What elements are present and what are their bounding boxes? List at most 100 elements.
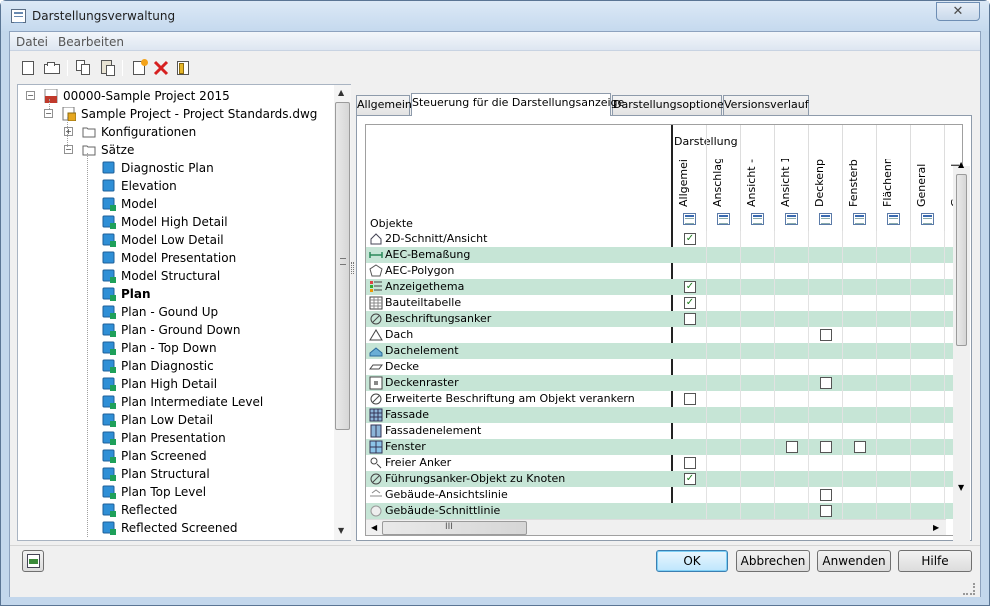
object-name-cell[interactable]: Fassadenelement [366,423,671,439]
tree-item-set[interactable]: Plan - Gound Up [18,303,332,321]
display-checkbox[interactable] [684,393,696,405]
tree-scroll-thumb[interactable] [335,102,350,430]
object-name-cell[interactable]: Führungsanker-Objekt zu Knoten [366,471,671,487]
object-name-cell[interactable]: 2D-Schnitt/Ansicht [366,231,671,247]
column-header[interactable]: Fensterbank [843,125,877,231]
export-button[interactable] [22,550,44,572]
display-checkbox[interactable] [820,489,832,501]
tree-item-set[interactable]: Plan - Ground Down [18,321,332,339]
grid-cell [877,359,911,375]
object-name-cell[interactable]: Anzeigethema [366,279,671,295]
display-checkbox[interactable] [820,377,832,389]
tree-item-saetze[interactable]: − Sätze [18,141,332,159]
display-checkbox[interactable] [854,441,866,453]
expand-toggle[interactable]: − [64,145,73,154]
grid-hscrollbar[interactable]: ◀ III ▶ [366,519,946,535]
cancel-button[interactable]: Abbrechen [736,550,810,572]
help-button[interactable]: Hilfe [898,550,972,572]
object-name-cell[interactable]: Fenster [366,439,671,455]
display-tree[interactable]: ▲ ▼ − 00000-Sample Project 2015 − Sample Pr… [17,84,351,541]
column-header[interactable]: General Hi... [911,125,945,231]
object-name-cell[interactable]: AEC-Bemaßung [366,247,671,263]
object-name-cell[interactable]: Fassade [366,407,671,423]
grid-hscroll-thumb[interactable]: III [382,521,527,535]
column-header[interactable]: Deckenplan [809,125,843,231]
tree-item-root[interactable]: − 00000-Sample Project 2015 [18,87,332,105]
object-name-cell[interactable]: Beschriftungsanker [366,311,671,327]
tree-item-set[interactable]: Plan Low Detail [18,411,332,429]
tree-item-set[interactable]: Model [18,195,332,213]
object-name-cell[interactable]: Freier Anker [366,455,671,471]
new-icon[interactable] [19,59,37,77]
menu-bearbeiten[interactable]: Bearbeiten [58,35,124,49]
expand-toggle[interactable]: − [26,91,35,100]
rename-icon[interactable] [174,59,192,77]
tree-item-set[interactable]: Plan High Detail [18,375,332,393]
tree-item-set[interactable]: Plan Diagnostic [18,357,332,375]
display-checkbox[interactable] [684,313,696,325]
tree-item-set[interactable]: Reflected [18,501,332,519]
object-name-cell[interactable]: Gebäude-Schnittlinie [366,503,671,519]
object-name-cell[interactable]: Decke [366,359,671,375]
column-header[interactable]: Anschlagss... [707,125,741,231]
copy-icon[interactable] [75,59,93,77]
tree-item-konfigurationen[interactable]: + Konfigurationen [18,123,332,141]
object-name-cell[interactable]: Deckenraster [366,375,671,391]
tree-item-set[interactable]: Elevation [18,177,332,195]
new-item-icon[interactable] [130,59,148,77]
tree-item-set[interactable]: Plan Structural [18,465,332,483]
delete-icon[interactable] [152,59,170,77]
menu-datei[interactable]: Datei [16,35,48,49]
tree-item-set[interactable]: Plan - Top Down [18,339,332,357]
display-checkbox[interactable]: ✓ [684,281,696,293]
display-checkbox[interactable]: ✓ [684,233,696,245]
tree-item-set[interactable]: Plan Screened [18,447,332,465]
tree-item-set[interactable]: Plan Presentation [18,429,332,447]
object-name-cell[interactable]: Dachelement [366,343,671,359]
object-name-cell[interactable]: Gebäude-Ansichtslinie [366,487,671,503]
display-checkbox[interactable] [786,441,798,453]
apply-button[interactable]: Anwenden [817,550,891,572]
tab-allgemein[interactable]: Allgemein [356,95,412,115]
column-header[interactable]: Allgemein [673,125,707,231]
tree-item-set[interactable]: Plan [18,285,332,303]
tree-item-set[interactable]: Diagnostic Plan [18,159,332,177]
tree-item-set[interactable]: Model Presentation [18,249,332,267]
display-checkbox[interactable]: ✓ [684,473,696,485]
open-icon[interactable] [43,59,61,77]
expand-toggle[interactable]: − [44,109,53,118]
expand-toggle[interactable]: + [64,127,73,136]
tree-item-set[interactable]: Model High Detail [18,213,332,231]
object-name-cell[interactable]: Dach [366,327,671,343]
resize-grip[interactable] [963,583,975,595]
display-checkbox[interactable] [684,457,696,469]
tree-item-set[interactable]: Reflected Screened [18,519,332,537]
display-checkbox[interactable]: ✓ [684,297,696,309]
display-checkbox[interactable] [820,329,832,341]
tree-item-set[interactable]: Model Structural [18,267,332,285]
ok-button[interactable]: OK [656,550,728,572]
splitter-grip[interactable] [351,262,354,274]
display-checkbox[interactable] [820,505,832,517]
grid-vscrollbar[interactable]: ▲ ▼ [953,160,970,544]
close-button[interactable]: ✕ [936,2,980,21]
tree-item-drawing[interactable]: − Sample Project - Project Standards.dwg [18,105,332,123]
object-name-cell[interactable]: Erweiterte Beschriftung am Objekt verank… [366,391,671,407]
tree-item-set[interactable]: Plan Top Level [18,483,332,501]
display-set-icon [102,179,116,193]
object-name-cell[interactable]: AEC-Polygon [366,263,671,279]
display-checkbox[interactable] [820,441,832,453]
object-name-cell[interactable]: Bauteiltabelle [366,295,671,311]
tree-item-set[interactable]: Plan Intermediate Level [18,393,332,411]
tree-item-set[interactable]: Model Low Detail [18,231,332,249]
tab-darstellungsoptionen[interactable]: Darstellungsoptionen [612,95,731,115]
column-header[interactable]: Ansicht - H... [741,125,775,231]
column-header[interactable]: Flächenna... [877,125,911,231]
tree-scrollbar[interactable]: ▲ ▼ [334,85,351,540]
grid-cell [775,439,809,455]
paste-icon[interactable] [99,59,117,77]
tab-versionsverlauf[interactable]: Versionsverlauf [723,95,809,115]
grid-vscroll-thumb[interactable] [956,174,967,346]
tab-steuerung[interactable]: Steuerung für die Darstellungsanzeige [411,93,624,116]
column-header[interactable]: Ansicht 1-1... [775,125,809,231]
